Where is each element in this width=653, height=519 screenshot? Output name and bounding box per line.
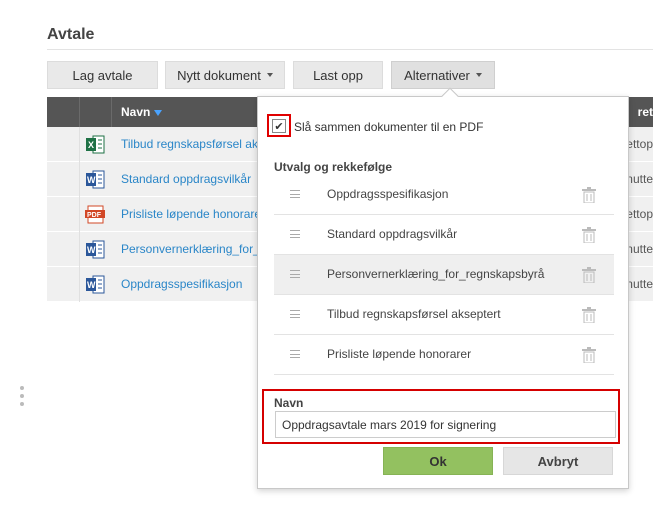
file-link[interactable]: Oppdragsspesifikasjon <box>121 277 242 291</box>
drag-handle-icon[interactable] <box>290 350 300 358</box>
options-popup: ✔ Slå sammen dokumenter til en PDF Utval… <box>257 87 629 489</box>
svg-text:W: W <box>87 245 96 255</box>
order-item[interactable]: Tilbud regnskapsførsel akseptert <box>274 295 614 335</box>
word-icon: W <box>86 170 105 189</box>
row-separator <box>79 267 80 302</box>
order-item-name: Tilbud regnskapsførsel akseptert <box>327 307 501 321</box>
file-link[interactable]: Tilbud regnskapsførsel ak <box>121 137 258 151</box>
file-link[interactable]: Prisliste løpende honorarer <box>121 207 265 221</box>
upload-button[interactable]: Last opp <box>293 61 383 89</box>
name-section-highlight: Navn <box>262 389 620 444</box>
svg-text:PDF: PDF <box>87 212 102 219</box>
order-subheading: Utvalg og rekkefølge <box>274 160 393 174</box>
create-agreement-label: Lag avtale <box>72 67 133 83</box>
new-document-label: Nytt dokument <box>177 67 261 83</box>
row-status: nutte <box>626 242 653 256</box>
drag-handle-icon[interactable] <box>290 310 300 318</box>
upload-label: Last opp <box>313 67 363 83</box>
options-label: Alternativer <box>404 67 470 83</box>
header-right-column[interactable]: ret <box>638 105 653 119</box>
order-item-name: Oppdragsspesifikasjon <box>327 187 449 201</box>
title-divider <box>47 49 653 50</box>
order-item[interactable]: Prisliste løpende honorarer <box>274 335 614 375</box>
sort-desc-icon <box>154 109 163 116</box>
chevron-down-icon <box>475 73 482 77</box>
svg-text:W: W <box>87 280 96 290</box>
header-select-column[interactable] <box>47 97 80 127</box>
file-link[interactable]: Standard oppdragsvilkår <box>121 172 251 186</box>
order-item[interactable]: Standard oppdragsvilkår <box>274 215 614 255</box>
resize-grip-dot[interactable] <box>20 402 24 406</box>
header-type-column[interactable] <box>80 97 112 127</box>
trash-icon[interactable] <box>582 227 596 243</box>
header-name[interactable]: Navn <box>121 105 163 119</box>
merge-pdf-checkbox[interactable]: ✔ <box>272 119 286 133</box>
header-name-label: Navn <box>121 105 151 119</box>
order-item-name: Personvernerklæring_for_regnskapsbyrå <box>327 267 545 281</box>
trash-icon[interactable] <box>582 187 596 203</box>
resize-grip-dot[interactable] <box>20 394 24 398</box>
row-separator <box>79 127 80 162</box>
row-separator <box>79 197 80 232</box>
trash-icon[interactable] <box>582 267 596 283</box>
name-field-label: Navn <box>274 396 304 410</box>
row-status: ettop <box>626 137 653 151</box>
trash-icon[interactable] <box>582 347 596 363</box>
excel-icon: X <box>86 135 105 154</box>
ok-button[interactable]: Ok <box>383 447 493 475</box>
merge-pdf-label: Slå sammen dokumenter til en PDF <box>294 120 484 134</box>
file-link[interactable]: Personvernerklæring_for_ <box>121 242 260 256</box>
section-title: Avtale <box>47 26 95 43</box>
row-separator <box>79 232 80 267</box>
trash-icon[interactable] <box>582 307 596 323</box>
cancel-button[interactable]: Avbryt <box>503 447 613 475</box>
order-item[interactable]: Personvernerklæring_for_regnskapsbyrå <box>274 255 614 295</box>
drag-handle-icon[interactable] <box>290 230 300 238</box>
order-item-name: Standard oppdragsvilkår <box>327 227 458 241</box>
word-icon: W <box>86 240 105 259</box>
create-agreement-button[interactable]: Lag avtale <box>47 61 158 89</box>
order-item[interactable]: Oppdragsspesifikasjon <box>274 175 614 215</box>
merge-pdf-highlight: ✔ <box>267 114 291 137</box>
row-status: ettop <box>626 207 653 221</box>
resize-grip-dot[interactable] <box>20 386 24 390</box>
pdf-icon: PDF <box>85 205 105 224</box>
row-status: nutte <box>626 172 653 186</box>
name-input[interactable] <box>275 411 616 438</box>
drag-handle-icon[interactable] <box>290 270 300 278</box>
order-item-name: Prisliste løpende honorarer <box>327 347 472 361</box>
svg-text:X: X <box>88 140 94 150</box>
row-separator <box>79 162 80 197</box>
options-button[interactable]: Alternativer <box>391 61 495 89</box>
popup-pointer <box>441 87 459 105</box>
chevron-down-icon <box>266 73 273 77</box>
svg-text:W: W <box>87 175 96 185</box>
drag-handle-icon[interactable] <box>290 190 300 198</box>
word-icon: W <box>86 275 105 294</box>
row-status: nutte <box>626 277 653 291</box>
new-document-button[interactable]: Nytt dokument <box>165 61 285 89</box>
